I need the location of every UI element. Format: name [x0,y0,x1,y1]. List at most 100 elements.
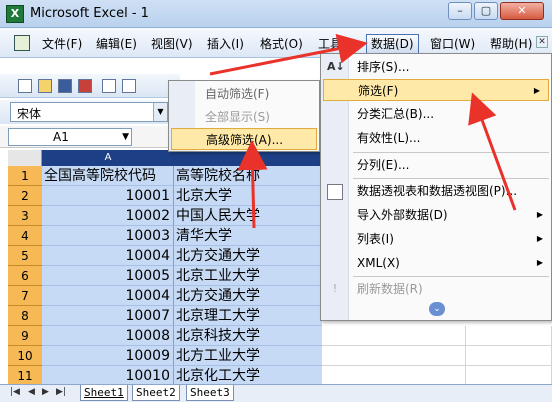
workbook-icon[interactable] [14,35,30,51]
row-header[interactable]: 2 [8,186,42,206]
cell-name[interactable]: 北方交通大学 [174,246,322,266]
menu-validation[interactable]: 有效性(L)... [349,127,551,149]
menu-import-external-data[interactable]: 导入外部数据(D) ▶ [349,204,551,226]
row-header[interactable]: 6 [8,266,42,286]
row-header[interactable]: 3 [8,206,42,226]
cell-name[interactable]: 中国人民大学 [174,206,322,226]
maximize-button[interactable]: ▢ [474,2,498,20]
row-header[interactable]: 10 [8,346,42,366]
menu-view[interactable]: 视图(V) [147,34,197,54]
excel-app-icon: X [6,5,24,23]
cell-code[interactable]: 10008 [42,326,174,346]
filter-submenu: 自动筛选(F) 全部显示(S) 高级筛选(A)... [168,80,320,152]
empty-cell[interactable] [322,366,466,386]
menu-sort[interactable]: 排序(S)... [349,56,551,78]
refresh-icon: ! [332,282,338,295]
row-header[interactable]: 11 [8,366,42,386]
prev-sheet-icon[interactable]: ◀ [28,387,35,397]
row-header[interactable]: 9 [8,326,42,346]
open-icon[interactable] [38,79,52,93]
cell-code[interactable]: 10009 [42,346,174,366]
cell-name[interactable]: 北京科技大学 [174,326,322,346]
submenu-arrow-icon: ▶ [536,258,543,267]
cell-name[interactable]: 北京理工大学 [174,306,322,326]
cell-name[interactable]: 北京大学 [174,186,322,206]
cell-code[interactable]: 10003 [42,226,174,246]
menu-file[interactable]: 文件(F) [38,34,86,54]
menu-show-all[interactable]: 全部显示(S) [195,106,319,128]
pivot-table-icon [327,184,343,200]
menu-data[interactable]: 数据(D) [366,34,419,54]
menu-list[interactable]: 列表(I) ▶ [349,228,551,250]
tab-sheet3[interactable]: Sheet3 [186,385,234,401]
print-icon[interactable] [102,79,116,93]
last-sheet-icon[interactable]: ▶| [56,387,66,397]
title-bar: X Microsoft Excel - 1 – ▢ ✕ [0,0,552,28]
cell-name[interactable]: 高等院校名称 [174,166,322,186]
row-header[interactable]: 7 [8,286,42,306]
menu-separator [353,152,549,153]
menu-xml[interactable]: XML(X) ▶ [349,252,551,274]
empty-cell[interactable] [466,366,552,386]
submenu-arrow-icon: ▶ [536,234,543,243]
menu-filter[interactable]: 筛选(F) ▶ [323,79,549,101]
cell-code[interactable]: 10002 [42,206,174,226]
row-header[interactable]: 8 [8,306,42,326]
menu-filter-label: 筛选(F) [358,84,399,98]
save-icon[interactable] [58,79,72,93]
menu-autofilter[interactable]: 自动筛选(F) [195,83,319,105]
menu-text-to-columns[interactable]: 分列(E)... [349,154,551,176]
close-workbook-button[interactable]: ✕ [536,36,548,48]
menu-insert[interactable]: 插入(I) [203,34,248,54]
cell-code[interactable]: 全国高等院校代码 [42,166,174,186]
empty-cell[interactable] [322,326,466,346]
name-box[interactable]: A1 ▼ [8,128,132,146]
menu-format[interactable]: 格式(O) [256,34,307,54]
column-header-a[interactable]: A [42,150,174,166]
cell-name[interactable]: 北方工业大学 [174,346,322,366]
tab-sheet1[interactable]: Sheet1 [80,385,128,401]
minimize-button[interactable]: – [448,2,472,20]
cell-name[interactable]: 北方交通大学 [174,286,322,306]
column-header-b[interactable]: B [174,150,322,166]
empty-cell[interactable] [322,346,466,366]
expand-menu-icon[interactable]: ⌄ [429,302,445,316]
menu-help[interactable]: 帮助(H) [486,34,536,54]
sort-ascending-icon: A↓ [327,60,345,73]
menu-subtotal[interactable]: 分类汇总(B)... [349,103,551,125]
cell-code[interactable]: 10010 [42,366,174,386]
close-window-button[interactable]: ✕ [500,2,544,20]
menu-tools[interactable]: 工具 [314,34,346,54]
permission-icon[interactable] [78,79,92,93]
font-name-combobox[interactable]: 宋体 ▼ [10,102,168,122]
menu-separator [353,276,549,277]
select-all-corner[interactable] [8,150,42,166]
cell-code[interactable]: 10001 [42,186,174,206]
menu-window[interactable]: 窗口(W) [426,34,479,54]
row-header[interactable]: 5 [8,246,42,266]
cell-code[interactable]: 10007 [42,306,174,326]
cell-code[interactable]: 10004 [42,286,174,306]
menu-xml-label: XML(X) [357,256,400,270]
row-header[interactable]: 4 [8,226,42,246]
cell-name[interactable]: 北京化工大学 [174,366,322,386]
menu-advanced-filter[interactable]: 高级筛选(A)... [171,128,317,150]
chevron-down-icon[interactable]: ▼ [153,103,167,121]
chevron-down-icon[interactable]: ▼ [122,132,129,142]
menu-refresh-data[interactable]: 刷新数据(R) [349,278,551,300]
cell-name[interactable]: 清华大学 [174,226,322,246]
print-preview-icon[interactable] [122,79,136,93]
empty-cell[interactable] [466,326,552,346]
tab-sheet2[interactable]: Sheet2 [132,385,180,401]
cell-code[interactable]: 10005 [42,266,174,286]
row-header[interactable]: 1 [8,166,42,186]
menu-edit[interactable]: 编辑(E) [92,34,141,54]
first-sheet-icon[interactable]: |◀ [10,387,20,397]
name-box-value: A1 [53,130,69,144]
menu-pivot-table[interactable]: 数据透视表和数据透视图(P)... [349,180,551,202]
next-sheet-icon[interactable]: ▶ [42,387,49,397]
cell-code[interactable]: 10004 [42,246,174,266]
new-icon[interactable] [18,79,32,93]
empty-cell[interactable] [466,346,552,366]
cell-name[interactable]: 北京工业大学 [174,266,322,286]
